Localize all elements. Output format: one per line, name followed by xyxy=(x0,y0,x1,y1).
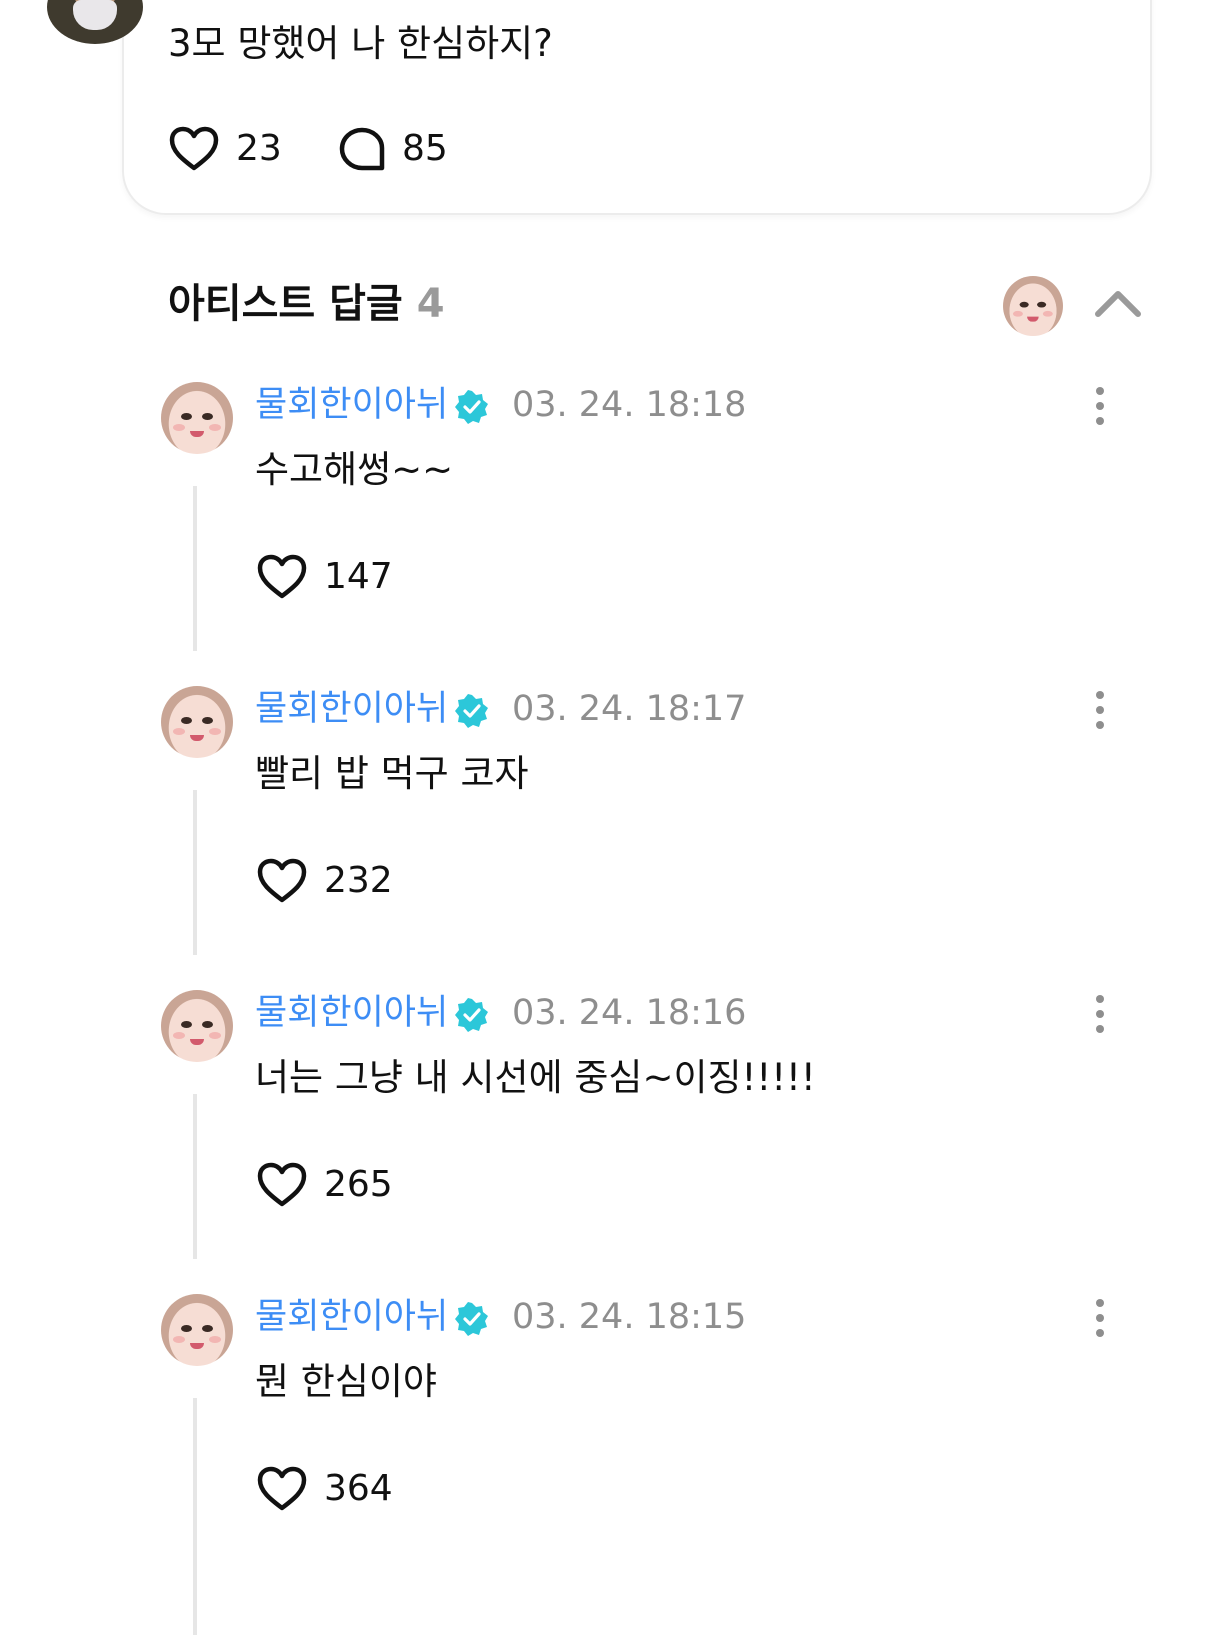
reply-text: 너는 그냥 내 시선에 중심~이징!!!!! xyxy=(255,1056,816,1099)
heart-outline-icon xyxy=(257,1162,307,1207)
post-comment-button[interactable]: 85 xyxy=(338,126,448,172)
more-vertical-icon[interactable] xyxy=(1090,386,1110,426)
reply-like-button[interactable]: 364 xyxy=(256,1466,393,1512)
artist-replies-count: 4 xyxy=(416,281,445,327)
reply-timestamp: 03. 24. 18:16 xyxy=(512,993,747,1033)
verified-badge-icon xyxy=(455,998,488,1032)
more-vertical-icon[interactable] xyxy=(1090,1298,1110,1338)
verified-badge-icon xyxy=(455,390,488,424)
reply-avatar[interactable] xyxy=(161,1294,233,1366)
verified-badge-icon xyxy=(455,1302,488,1336)
reply-timestamp: 03. 24. 18:17 xyxy=(512,689,747,729)
reply-author-name[interactable]: 물회한이아뉘 xyxy=(255,384,448,426)
heart-outline-icon xyxy=(257,554,307,599)
reply-like-count: 147 xyxy=(324,556,393,597)
reply-timestamp: 03. 24. 18:18 xyxy=(512,385,747,425)
thread-line xyxy=(193,486,197,651)
reply-author-name[interactable]: 물회한이아뉘 xyxy=(255,992,448,1034)
reply-text: 수고해썽~~ xyxy=(255,448,454,491)
reply-text: 빨리 밥 먹구 코자 xyxy=(255,752,529,795)
post-like-button[interactable]: 23 xyxy=(168,126,282,172)
reply-like-count: 265 xyxy=(324,1164,393,1205)
more-vertical-icon[interactable] xyxy=(1090,994,1110,1034)
reply-text: 뭔 한심이야 xyxy=(255,1360,437,1403)
reply-like-count: 364 xyxy=(324,1468,393,1509)
reply-avatar[interactable] xyxy=(161,686,233,758)
reply-like-count: 232 xyxy=(324,860,393,901)
reply-author-name[interactable]: 물회한이아뉘 xyxy=(255,688,448,730)
thread-line xyxy=(193,790,197,955)
heart-outline-icon xyxy=(257,858,307,903)
reply-like-button[interactable]: 232 xyxy=(256,858,393,904)
more-vertical-icon[interactable] xyxy=(1090,690,1110,730)
reply-avatar[interactable] xyxy=(161,990,233,1062)
artist-replies-title: 아티스트 답글 xyxy=(168,281,403,327)
thread-line xyxy=(193,1398,197,1635)
chevron-up-icon xyxy=(1095,291,1141,317)
reply-like-button[interactable]: 265 xyxy=(256,1162,393,1208)
post-like-count: 23 xyxy=(236,128,282,169)
artist-replies-header: 아티스트 답글 4 xyxy=(168,279,445,329)
speech-bubble-icon xyxy=(339,127,385,171)
reply-avatar[interactable] xyxy=(161,382,233,454)
collapse-button[interactable] xyxy=(1092,286,1144,320)
heart-outline-icon xyxy=(257,1466,307,1511)
reply-like-button[interactable]: 147 xyxy=(256,554,393,600)
reply-timestamp: 03. 24. 18:15 xyxy=(512,1297,747,1337)
reply-author-name[interactable]: 물회한이아뉘 xyxy=(255,1296,448,1338)
verified-badge-icon xyxy=(455,694,488,728)
heart-outline-icon xyxy=(169,126,219,171)
artist-avatar[interactable] xyxy=(1003,276,1063,336)
post-comment-count: 85 xyxy=(402,128,448,169)
thread-line xyxy=(193,1094,197,1259)
post-text: 3모 망했어 나 한심하지? xyxy=(168,22,553,65)
